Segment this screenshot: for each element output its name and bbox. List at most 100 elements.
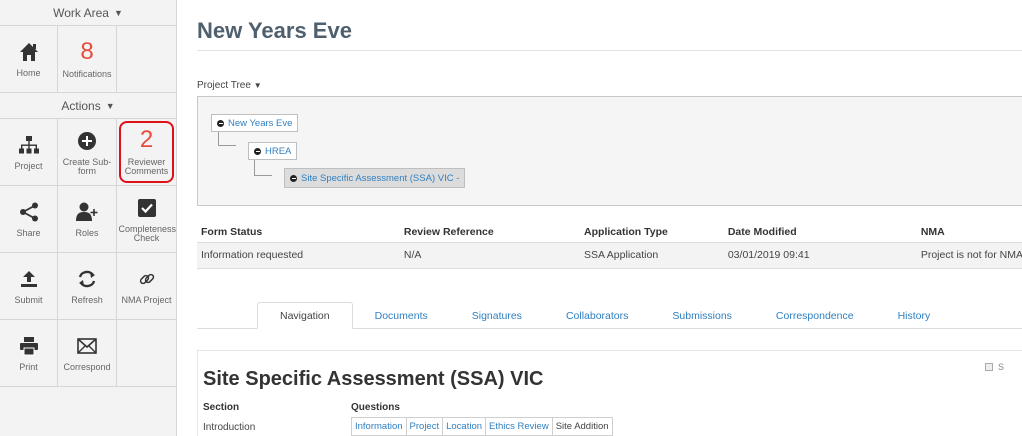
sidebar: Work Area ▼ Home 8 Notifications Actions… — [0, 0, 177, 436]
project-tree-toggle[interactable]: Project Tree ▼ — [197, 80, 262, 91]
section-column-header: Section — [203, 402, 240, 413]
refresh-icon — [77, 267, 97, 291]
question-link-ethics-review[interactable]: Ethics Review — [486, 418, 553, 435]
roles-label: Roles — [75, 228, 99, 238]
table-cell: N/A — [399, 242, 581, 269]
share-label: Share — [16, 228, 41, 238]
notifications-count: 8 — [80, 37, 94, 65]
tree-node-label: HREA — [265, 145, 292, 157]
tab-correspondence[interactable]: Correspondence — [754, 302, 876, 329]
table-cell: 03/01/2019 09:41 — [723, 242, 917, 269]
tree-node-ssa-vic[interactable]: Site Specific Assessment (SSA) VIC - — [284, 168, 466, 188]
work-area-header[interactable]: Work Area ▼ — [0, 0, 176, 26]
s-checkbox[interactable]: S — [985, 362, 1004, 372]
tab-signatures[interactable]: Signatures — [450, 302, 544, 329]
table-cell: SSA Application — [580, 242, 724, 269]
printer-icon — [19, 334, 39, 358]
chevron-down-icon: ▼ — [113, 7, 123, 18]
correspond-label: Correspond — [63, 362, 111, 372]
notifications-button[interactable]: 8 Notifications — [58, 26, 117, 93]
create-sub-form-label: Create Sub-form — [62, 156, 112, 176]
share-button[interactable]: Share — [0, 186, 58, 253]
plus-circle-icon — [77, 129, 97, 153]
tab-navigation[interactable]: Navigation — [257, 302, 353, 329]
introduction-label: Introduction — [203, 422, 256, 433]
question-links: Information Project Location Ethics Revi… — [351, 417, 613, 436]
hierarchy-icon — [18, 133, 39, 157]
question-link-site-addition[interactable]: Site Addition — [553, 418, 612, 435]
reviewer-comments-button[interactable]: 2 Reviewer Comments — [117, 119, 176, 186]
submit-button[interactable]: Submit — [0, 253, 58, 320]
completeness-check-label: Completeness Check — [118, 223, 177, 243]
table-row: Information requested N/A SSA Applicatio… — [197, 242, 1022, 269]
column-header: NMA — [916, 222, 1022, 243]
column-header: Form Status — [197, 222, 400, 243]
s-checkbox-label: S — [998, 362, 1005, 372]
section-title: Site Specific Assessment (SSA) VIC — [203, 368, 544, 390]
home-button[interactable]: Home — [0, 26, 58, 93]
page-title: New Years Eve — [197, 18, 352, 43]
home-icon — [19, 40, 39, 64]
nma-project-label: NMA Project — [121, 295, 172, 305]
empty-tile — [117, 26, 176, 93]
empty-tile — [117, 320, 176, 387]
column-header: Date Modified — [723, 222, 917, 243]
actions-grid: Project Create Sub-form 2 Reviewer Comme… — [0, 119, 176, 387]
share-icon — [19, 200, 39, 224]
title-divider — [197, 50, 1022, 51]
tree-node-new-years-eve[interactable]: New Years Eve — [211, 114, 299, 132]
tab-collaborators[interactable]: Collaborators — [544, 302, 650, 329]
refresh-label: Refresh — [71, 295, 103, 305]
tab-history[interactable]: History — [876, 302, 953, 329]
project-tree-label: Project Tree — [197, 80, 251, 91]
form-info-table: Form Status Review Reference Application… — [197, 222, 1022, 269]
add-user-icon — [76, 200, 98, 224]
tree-node-hrea[interactable]: HREA — [248, 142, 298, 160]
questions-column-header: Questions — [351, 402, 400, 413]
checkbox-icon — [985, 363, 993, 371]
completeness-check-button[interactable]: Completeness Check — [117, 186, 176, 253]
notifications-label: Notifications — [62, 68, 112, 79]
envelope-icon — [77, 334, 97, 358]
upload-icon — [19, 267, 39, 291]
reviewer-comments-label: Reviewer Comments — [124, 157, 169, 176]
question-link-project[interactable]: Project — [407, 418, 444, 435]
table-header-row: Form Status Review Reference Application… — [197, 222, 1022, 243]
link-icon — [137, 267, 157, 291]
roles-button[interactable]: Roles — [58, 186, 117, 253]
tree-node-label: Site Specific Assessment (SSA) VIC - — [301, 172, 460, 184]
project-tree: New Years Eve HREA Site Specific Assessm… — [197, 96, 1022, 206]
collapse-icon — [254, 147, 261, 155]
column-header: Review Reference — [399, 222, 581, 243]
checkbox-icon — [137, 196, 157, 220]
column-header: Application Type — [580, 222, 724, 243]
create-sub-form-button[interactable]: Create Sub-form — [58, 119, 117, 186]
actions-header[interactable]: Actions ▼ — [0, 93, 176, 119]
submit-label: Submit — [14, 295, 43, 305]
tab-documents[interactable]: Documents — [353, 302, 450, 329]
question-link-location[interactable]: Location — [443, 418, 487, 435]
table-cell: Project is not for NMA — [916, 242, 1022, 269]
tab-submissions[interactable]: Submissions — [650, 302, 754, 329]
chevron-down-icon: ▼ — [105, 100, 115, 111]
tree-node-label: New Years Eve — [228, 117, 293, 129]
project-label: Project — [14, 161, 43, 171]
correspond-button[interactable]: Correspond — [58, 320, 117, 387]
chevron-down-icon: ▼ — [253, 81, 262, 90]
main-content: New Years Eve Project Tree ▼ New Years E… — [177, 0, 1022, 436]
reviewer-comments-count: 2 — [139, 126, 154, 153]
actions-label: Actions — [61, 98, 101, 113]
print-button[interactable]: Print — [0, 320, 58, 387]
refresh-button[interactable]: Refresh — [58, 253, 117, 320]
collapse-icon — [290, 174, 297, 182]
collapse-icon — [217, 119, 224, 127]
table-cell: Information requested — [197, 242, 400, 269]
nma-project-button[interactable]: NMA Project — [117, 253, 176, 320]
home-label: Home — [16, 68, 41, 78]
print-label: Print — [19, 362, 38, 372]
tab-bar: Navigation Documents Signatures Collabor… — [257, 302, 952, 329]
work-area-label: Work Area — [53, 5, 109, 20]
work-area-grid: Home 8 Notifications — [0, 26, 176, 93]
project-button[interactable]: Project — [0, 119, 58, 186]
question-link-information[interactable]: Information — [352, 418, 407, 435]
